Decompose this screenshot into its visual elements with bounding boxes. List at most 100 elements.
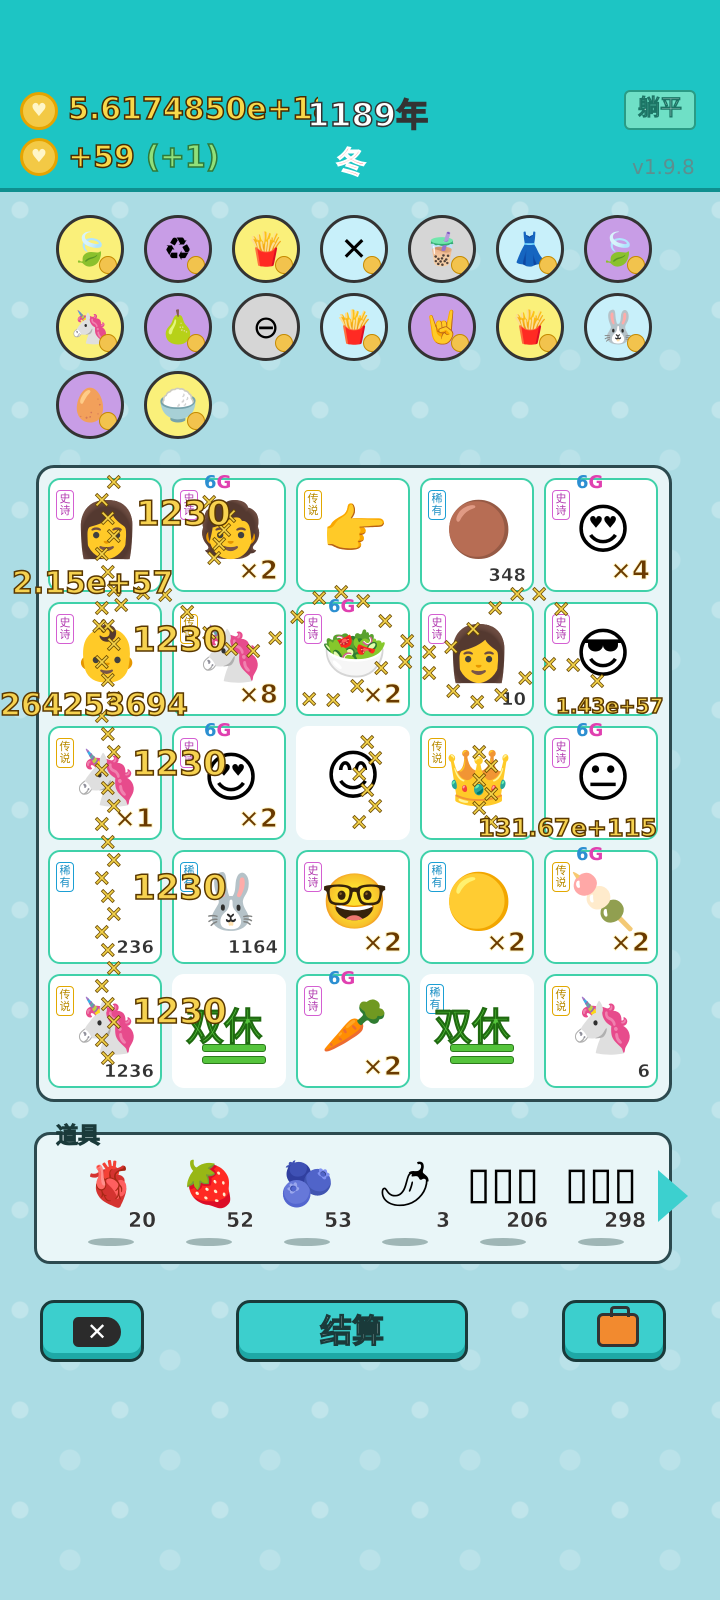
coin-icon <box>20 138 58 176</box>
coin-icon <box>20 92 58 130</box>
rock-hand-icon[interactable]: 🤘 <box>408 293 476 361</box>
coin-badge-icon <box>99 334 117 352</box>
tile-count: 236 <box>116 937 154 959</box>
6g-badge-digit: 6 <box>328 968 341 989</box>
coin-badge-icon <box>539 334 557 352</box>
sparkle-x-icon: × <box>332 580 351 606</box>
white-cards-icon: ▯▯▯ <box>466 1158 540 1209</box>
milk-tea-icon[interactable]: 🧋 <box>408 215 476 283</box>
rare-cards-icon: ▯▯▯ <box>564 1158 638 1209</box>
tile-count: ×2 <box>362 680 403 711</box>
coin-badge-icon <box>363 256 381 274</box>
prop-item[interactable]: 🍓 52 <box>164 1150 254 1250</box>
tile-character-icon: 👉 <box>321 498 389 561</box>
board-tile[interactable]: 稀有 双休 <box>420 974 534 1088</box>
rice-bowl-icon[interactable]: 🍚 <box>144 371 212 439</box>
prop-item[interactable]: ▯▯▯ 298 <box>556 1150 646 1250</box>
minus-icon[interactable]: ⊖ <box>232 293 300 361</box>
sparkle-x-icon: × <box>486 595 505 621</box>
tile-character-icon: 🟤 <box>445 498 513 561</box>
bag-button[interactable] <box>562 1300 666 1362</box>
rarity-tag: 稀有 <box>56 862 74 892</box>
board-tile[interactable]: 传说 👉 <box>296 478 410 592</box>
unicorn-icon[interactable]: 🦄 <box>56 293 124 361</box>
prop-item[interactable]: 🫐 53 <box>262 1150 352 1250</box>
sparkle-x-icon: × <box>492 683 511 709</box>
prop-item[interactable]: ▯▯▯ 206 <box>458 1150 548 1250</box>
tile-count: 6 <box>637 1061 650 1083</box>
recycle-icon[interactable]: ♻ <box>144 215 212 283</box>
fries-icon[interactable]: 🍟 <box>320 293 388 361</box>
prop-count: 298 <box>604 1208 646 1232</box>
coin-badge-icon <box>187 334 205 352</box>
board-tile[interactable]: 传说 🍡 6G ×2 <box>544 844 658 964</box>
floating-reward-number: 2.15e+57 <box>11 565 174 602</box>
prop-shadow <box>88 1238 134 1246</box>
grapefruit-icon[interactable]: 🍐 <box>144 293 212 361</box>
prop-item[interactable]: 🌶 3 <box>360 1150 450 1250</box>
sparkle-x-icon: × <box>508 581 527 607</box>
tile-character-icon: 🥕 <box>321 994 389 1057</box>
tile-count: ×2 <box>362 928 403 959</box>
sparkle-x-icon: × <box>90 614 109 640</box>
tile-count: ×8 <box>238 680 279 711</box>
6g-badge-digit: 6 <box>576 720 589 741</box>
board-tile[interactable]: 史诗 🤓 ×2 <box>296 850 410 964</box>
coin-badge-icon <box>627 256 645 274</box>
6g-badge-letter: G <box>216 472 232 493</box>
lie-flat-button[interactable]: 躺平 <box>624 90 696 130</box>
board-tile[interactable]: 史诗 😍 6G ×4 <box>544 472 658 592</box>
rabbit-icon[interactable]: 🐰 <box>584 293 652 361</box>
6g-badge-digit: 6 <box>576 844 589 865</box>
close-button[interactable]: ✕ <box>40 1300 144 1362</box>
liver-icon: 🫀 <box>83 1159 139 1210</box>
egg-bag-icon[interactable]: 🥚 <box>56 371 124 439</box>
sparkle-x-icon: × <box>288 604 307 630</box>
coin-badge-icon <box>187 412 205 430</box>
skirt-icon[interactable]: 👗 <box>496 215 564 283</box>
sparkle-x-icon: × <box>376 609 395 635</box>
chili-icon: 🌶 <box>377 1159 433 1210</box>
sparkle-x-icon: × <box>310 586 329 612</box>
fries-icon[interactable]: 🍟 <box>232 215 300 283</box>
leaf-icon[interactable]: 🍃 <box>56 215 124 283</box>
sparkle-x-icon: × <box>350 810 369 836</box>
sparkle-x-icon: × <box>442 634 461 660</box>
6g-badge-letter: G <box>588 720 604 741</box>
prop-item[interactable]: 🫀 20 <box>66 1150 156 1250</box>
board-tile[interactable]: 稀有 🟡 ×2 <box>420 850 534 964</box>
prop-shadow <box>480 1238 526 1246</box>
board-tile[interactable]: 稀有 🟤 348 <box>420 478 534 592</box>
tile-count: ×2 <box>486 928 527 959</box>
settle-label: 结算 <box>319 1311 384 1350</box>
sparkle-x-icon: × <box>468 689 487 715</box>
coin-badge-icon <box>99 412 117 430</box>
double-rest-label: 双休 <box>433 1005 511 1050</box>
6g-badge-letter: G <box>588 472 604 493</box>
6g-badge-digit: 6 <box>576 472 589 493</box>
settle-button[interactable]: 结算 <box>236 1300 468 1362</box>
tile-count: ×2 <box>610 928 651 959</box>
season-label: 冬 <box>336 146 367 182</box>
board-tile[interactable]: 史诗 🥕 6G ×2 <box>296 968 410 1088</box>
sparkle-x-icon: × <box>266 625 285 651</box>
fries-icon[interactable]: 🍟 <box>496 293 564 361</box>
year-label: 1189年 <box>306 95 429 135</box>
sticks-icon[interactable]: ✕ <box>320 215 388 283</box>
sparkle-x-icon: × <box>564 653 583 679</box>
double-rest-stripe <box>450 1044 514 1052</box>
board-tile[interactable]: 传说 🦄 6 <box>544 974 658 1088</box>
sparkle-x-icon: × <box>540 651 559 677</box>
tile-character-icon: 🍡 <box>569 870 637 933</box>
double-rest-stripe <box>450 1056 514 1064</box>
sparkle-x-icon: × <box>366 746 385 772</box>
tile-count: ×2 <box>362 1052 403 1083</box>
double-rest-stripe <box>202 1044 266 1052</box>
prop-count: 53 <box>324 1208 352 1232</box>
floating-reward-number: 264253694 <box>0 687 189 724</box>
tile-character-icon: 🦄 <box>569 994 637 1057</box>
props-next-arrow[interactable] <box>658 1170 688 1222</box>
6g-badge: 6G <box>576 720 603 741</box>
leaf-icon[interactable]: 🍃 <box>584 215 652 283</box>
coin-badge-icon <box>275 334 293 352</box>
